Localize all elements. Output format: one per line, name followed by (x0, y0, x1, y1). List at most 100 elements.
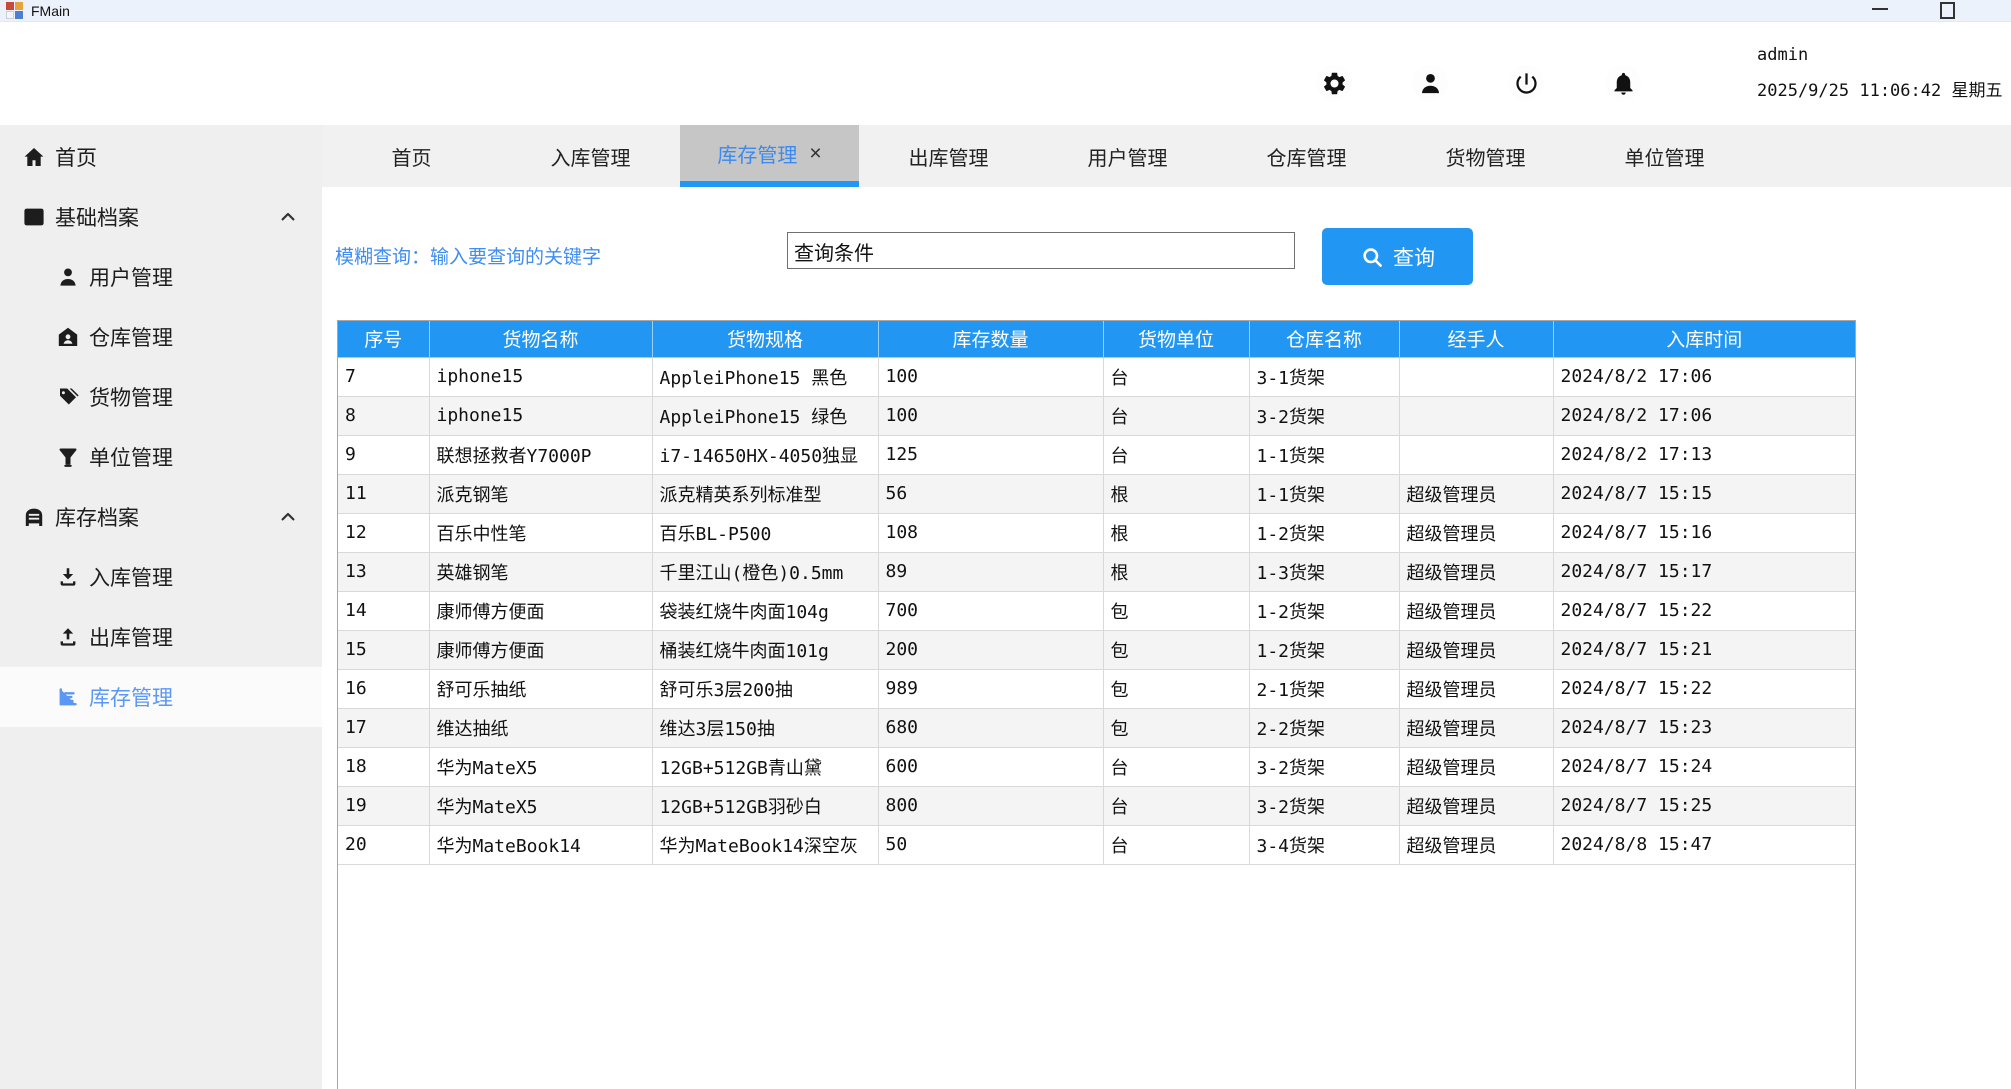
sidebar-item-outbound[interactable]: 出库管理 (0, 607, 322, 667)
sidebar-item-units[interactable]: 单位管理 (0, 427, 322, 487)
table-row[interactable]: 13英雄钢笔千里江山(橙色)0.5mm89根1-3货架超级管理员2024/8/7… (338, 552, 1855, 591)
tab-label: 用户管理 (1088, 142, 1168, 171)
table-row[interactable]: 15康师傅方便面桶装红烧牛肉面101g200包1-2货架超级管理员2024/8/… (338, 630, 1855, 669)
table-row[interactable]: 11派克钢笔派克精英系列标准型56根1-1货架超级管理员2024/8/7 15:… (338, 474, 1855, 513)
column-header[interactable]: 库存数量 (878, 321, 1103, 357)
table-cell: 9 (338, 435, 429, 474)
tab-home[interactable]: 首页 (322, 125, 501, 187)
sidebar-item-stock-archive[interactable]: 库存档案 (0, 487, 322, 547)
table-cell: 台 (1103, 747, 1249, 786)
tab-label: 入库管理 (551, 142, 631, 171)
table-cell: 华为MateX5 (429, 786, 652, 825)
home-icon (22, 145, 46, 169)
table-cell: iphone15 (429, 396, 652, 435)
sidebar-item-inbound[interactable]: 入库管理 (0, 547, 322, 607)
table-cell: 根 (1103, 474, 1249, 513)
table-cell: 百乐BL-P500 (652, 513, 878, 552)
minimize-button[interactable] (1872, 8, 1888, 10)
table-cell: 康师傅方便面 (429, 591, 652, 630)
table-row[interactable]: 19华为MateX512GB+512GB羽砂白800台3-2货架超级管理员202… (338, 786, 1855, 825)
funnel-icon (56, 445, 80, 469)
sidebar-item-label: 库存档案 (55, 502, 139, 532)
tab-goods[interactable]: 货物管理 (1396, 125, 1575, 187)
table-cell: 2024/8/7 15:16 (1553, 513, 1855, 552)
column-header[interactable]: 货物名称 (429, 321, 652, 357)
table-row[interactable]: 14康师傅方便面袋装红烧牛肉面104g700包1-2货架超级管理员2024/8/… (338, 591, 1855, 630)
power-icon[interactable] (1508, 65, 1544, 101)
column-header[interactable]: 入库时间 (1553, 321, 1855, 357)
tab-warehouses[interactable]: 仓库管理 (1217, 125, 1396, 187)
tab-users[interactable]: 用户管理 (1038, 125, 1217, 187)
sidebar-item-label: 入库管理 (89, 562, 173, 592)
table-cell: 17 (338, 708, 429, 747)
table-cell: 3-2货架 (1249, 396, 1399, 435)
search-icon (1360, 245, 1384, 269)
table-cell: 2024/8/7 15:25 (1553, 786, 1855, 825)
sidebar: 首页基础档案用户管理仓库管理货物管理单位管理库存档案入库管理出库管理库存管理 (0, 125, 322, 1089)
table-cell: 包 (1103, 708, 1249, 747)
close-icon[interactable]: × (809, 143, 821, 164)
table-cell: 2024/8/7 15:22 (1553, 669, 1855, 708)
column-header[interactable]: 经手人 (1399, 321, 1553, 357)
query-button-label: 查询 (1393, 242, 1435, 272)
query-input[interactable] (787, 232, 1295, 269)
inventory-table: 序号货物名称货物规格库存数量货物单位仓库名称经手人入库时间7iphone15Ap… (338, 321, 1855, 865)
table-cell: 13 (338, 552, 429, 591)
table-cell: 根 (1103, 552, 1249, 591)
table-cell: 维达3层150抽 (652, 708, 878, 747)
tab-inbound[interactable]: 入库管理 (501, 125, 680, 187)
query-button[interactable]: 查询 (1322, 228, 1473, 285)
table-cell: 125 (878, 435, 1103, 474)
table-cell: 2024/8/7 15:15 (1553, 474, 1855, 513)
table-cell: 华为MateBook14深空灰 (652, 825, 878, 864)
tab-content: 模糊查询：输入要查询的关键字 查询 序号货物名称货物规格库存数量货物单位仓库名称… (322, 187, 2011, 1089)
sidebar-item-home[interactable]: 首页 (0, 127, 322, 187)
table-cell: 舒可乐3层200抽 (652, 669, 878, 708)
window-title: FMain (31, 3, 70, 19)
table-row[interactable]: 18华为MateX512GB+512GB青山黛600台3-2货架超级管理员202… (338, 747, 1855, 786)
table-row[interactable]: 20华为MateBook14华为MateBook14深空灰50台3-4货架超级管… (338, 825, 1855, 864)
table-cell: 超级管理员 (1399, 708, 1553, 747)
table-cell: 3-2货架 (1249, 747, 1399, 786)
sidebar-item-label: 用户管理 (89, 262, 173, 292)
sidebar-item-label: 出库管理 (89, 622, 173, 652)
table-cell: 台 (1103, 396, 1249, 435)
tab-units[interactable]: 单位管理 (1575, 125, 1754, 187)
bell-icon[interactable] (1605, 65, 1641, 101)
column-header[interactable]: 序号 (338, 321, 429, 357)
table-cell: 超级管理员 (1399, 630, 1553, 669)
table-cell: 19 (338, 786, 429, 825)
chevron-up-icon[interactable] (276, 505, 300, 529)
table-row[interactable]: 7iphone15AppleiPhone15 黑色100台3-1货架2024/8… (338, 357, 1855, 396)
sidebar-item-users[interactable]: 用户管理 (0, 247, 322, 307)
table-row[interactable]: 9联想拯救者Y7000Pi7-14650HX-4050独显125台1-1货架20… (338, 435, 1855, 474)
table-row[interactable]: 17维达抽纸维达3层150抽680包2-2货架超级管理员2024/8/7 15:… (338, 708, 1855, 747)
table-cell: 超级管理员 (1399, 747, 1553, 786)
table-cell: 2024/8/7 15:21 (1553, 630, 1855, 669)
table-cell: 56 (878, 474, 1103, 513)
sidebar-item-base-archive[interactable]: 基础档案 (0, 187, 322, 247)
maximize-button[interactable] (1940, 2, 1955, 19)
column-header[interactable]: 货物单位 (1103, 321, 1249, 357)
table-cell: 200 (878, 630, 1103, 669)
settings-icon[interactable] (1316, 65, 1352, 101)
table-row[interactable]: 12百乐中性笔百乐BL-P500108根1-2货架超级管理员2024/8/7 1… (338, 513, 1855, 552)
column-header[interactable]: 仓库名称 (1249, 321, 1399, 357)
column-header[interactable]: 货物规格 (652, 321, 878, 357)
table-cell: 12 (338, 513, 429, 552)
archive-icon (22, 505, 46, 529)
table-row[interactable]: 16舒可乐抽纸舒可乐3层200抽989包2-1货架超级管理员2024/8/7 1… (338, 669, 1855, 708)
table-cell: 2024/8/2 17:06 (1553, 357, 1855, 396)
sidebar-item-warehouses[interactable]: 仓库管理 (0, 307, 322, 367)
chevron-up-icon[interactable] (276, 205, 300, 229)
table-cell: 18 (338, 747, 429, 786)
sidebar-item-stock[interactable]: 库存管理 (0, 667, 322, 727)
sidebar-item-goods[interactable]: 货物管理 (0, 367, 322, 427)
table-cell: 袋装红烧牛肉面104g (652, 591, 878, 630)
tab-outbound[interactable]: 出库管理 (859, 125, 1038, 187)
tab-bar: 首页 入库管理 库存管理×出库管理 用户管理 仓库管理货物管理单位管理 (322, 125, 2011, 187)
user-icon[interactable] (1412, 65, 1448, 101)
table-row[interactable]: 8iphone15AppleiPhone15 绿色100台3-2货架2024/8… (338, 396, 1855, 435)
sidebar-item-label: 首页 (55, 142, 97, 172)
tab-stock[interactable]: 库存管理× (680, 125, 859, 187)
